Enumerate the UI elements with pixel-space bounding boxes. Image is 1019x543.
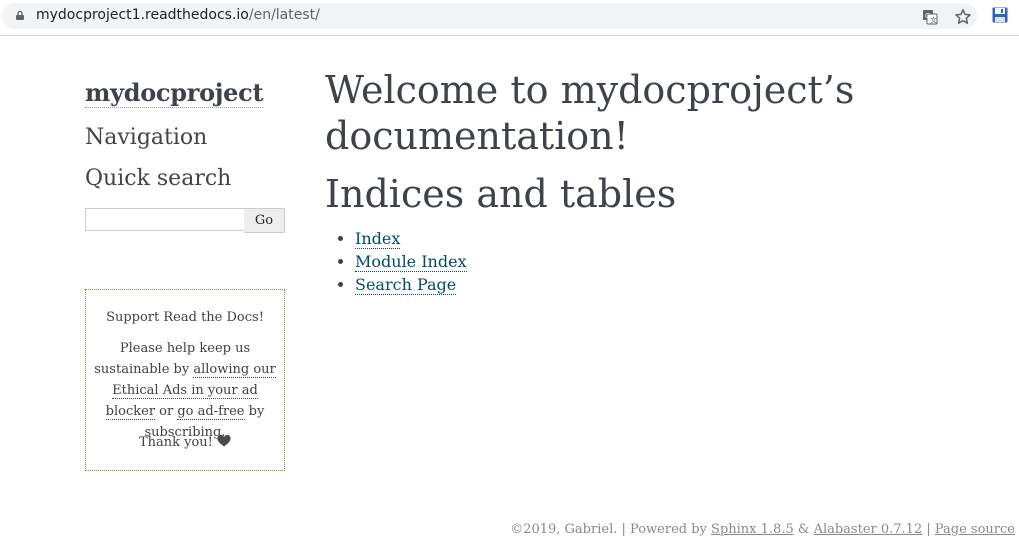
- footer-separator: |: [922, 522, 935, 537]
- heart-icon: [217, 435, 231, 447]
- project-logo-link[interactable]: mydocproject: [85, 79, 264, 108]
- indices-heading: Indices and tables: [325, 172, 677, 216]
- address-bar[interactable]: mydocproject1.readthedocs.io/en/latest/ …: [2, 3, 977, 29]
- ad-thanks-text: Thank you!: [138, 435, 213, 450]
- bookmark-star-icon[interactable]: [954, 8, 972, 26]
- floppy-save-icon[interactable]: [992, 7, 1008, 23]
- indices-list: Index Module Index Search Page: [337, 227, 467, 296]
- ad-body-middle: or: [155, 404, 178, 419]
- sphinx-link[interactable]: Sphinx 1.8.5: [711, 522, 794, 537]
- go-button[interactable]: Go: [244, 208, 285, 233]
- list-item: Module Index: [355, 250, 467, 273]
- footer-amp: &: [793, 522, 814, 537]
- ad-box: Support Read the Docs! Please help keep …: [85, 289, 285, 471]
- page-title: Welcome to mydocproject’s documentation!: [325, 68, 855, 158]
- search-page-link[interactable]: Search Page: [355, 275, 457, 295]
- ad-title: Support Read the Docs!: [106, 310, 264, 325]
- alabaster-link[interactable]: Alabaster 0.7.12: [814, 522, 923, 537]
- translate-icon[interactable]: G 文: [922, 9, 938, 25]
- footer-copyright: ©2019, Gabriel. | Powered by: [510, 522, 712, 537]
- list-item: Index: [355, 227, 467, 250]
- navigation-heading: Navigation: [85, 125, 208, 150]
- lock-icon: [16, 11, 24, 20]
- ad-body: Please help keep us sustainable by allow…: [94, 338, 276, 443]
- url-path: /en/latest/: [248, 7, 320, 23]
- ad-thanks: Thank you!: [86, 432, 284, 453]
- quick-search-heading: Quick search: [85, 166, 232, 191]
- page-source-link[interactable]: Page source: [935, 522, 1015, 537]
- ad-free-link[interactable]: go ad-free: [177, 404, 245, 420]
- svg-text:文: 文: [930, 16, 937, 25]
- list-item: Search Page: [355, 273, 467, 296]
- module-index-link[interactable]: Module Index: [355, 252, 467, 272]
- index-link[interactable]: Index: [355, 229, 401, 249]
- search-input[interactable]: [85, 208, 246, 231]
- url-text[interactable]: mydocproject1.readthedocs.io/en/latest/: [36, 7, 320, 23]
- footer: ©2019, Gabriel. | Powered by Sphinx 1.8.…: [510, 522, 1015, 537]
- url-host: mydocproject1.readthedocs.io: [36, 7, 249, 23]
- browser-toolbar: mydocproject1.readthedocs.io/en/latest/ …: [0, 0, 1019, 36]
